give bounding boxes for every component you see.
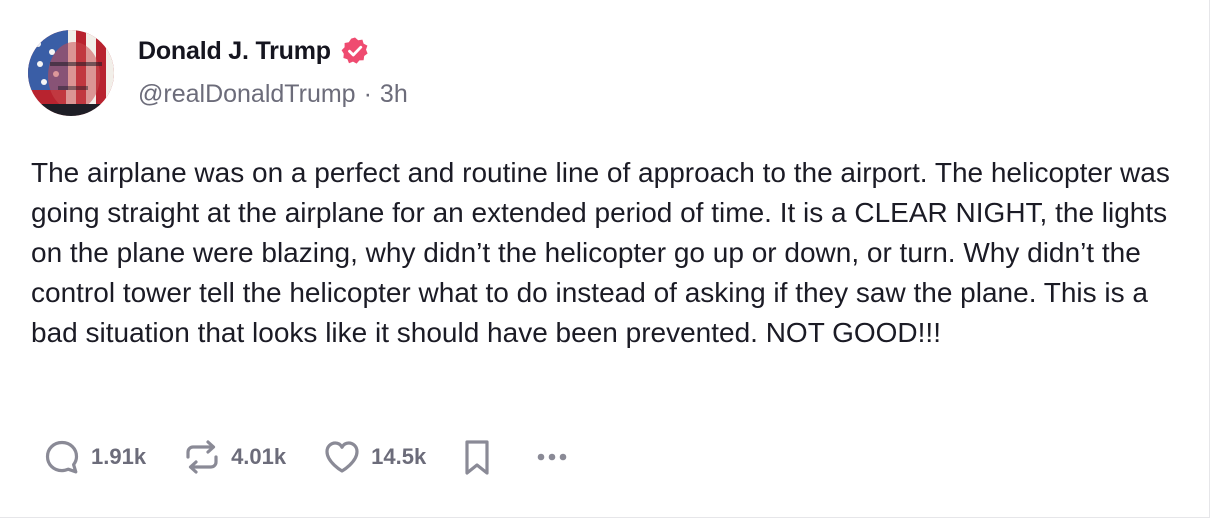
avatar[interactable]: [28, 30, 114, 116]
post-header: Donald J. Trump @realDonaldTrump · 3h: [138, 33, 408, 109]
avatar-image: [28, 30, 114, 116]
repost-count: 4.01k: [231, 444, 287, 469]
timestamp[interactable]: 3h: [380, 80, 408, 109]
meta-row: @realDonaldTrump · 3h: [138, 80, 408, 109]
display-name[interactable]: Donald J. Trump: [138, 37, 331, 66]
like-button[interactable]: 14.5k: [322, 437, 426, 477]
reply-button[interactable]: 1.91k: [42, 437, 146, 477]
bookmark-icon: [460, 437, 494, 477]
verified-badge-icon: [340, 36, 370, 66]
reply-icon: [42, 437, 82, 477]
post-card: Donald J. Trump @realDonaldTrump · 3h Th…: [0, 0, 1210, 518]
post-text: The airplane was on a perfect and routin…: [31, 157, 1170, 348]
name-row: Donald J. Trump: [138, 33, 408, 69]
bookmark-button[interactable]: [460, 437, 494, 477]
like-count: 14.5k: [371, 444, 427, 469]
more-options-button[interactable]: [532, 437, 572, 477]
more-icon: [532, 437, 572, 477]
repost-icon: [182, 437, 222, 477]
separator-dot: ·: [363, 80, 372, 108]
repost-button[interactable]: 4.01k: [182, 437, 286, 477]
heart-icon: [322, 437, 362, 477]
reply-count: 1.91k: [91, 444, 147, 469]
handle[interactable]: @realDonaldTrump: [138, 80, 356, 109]
action-bar: 1.91k 4.01k 14.5k: [42, 435, 572, 479]
